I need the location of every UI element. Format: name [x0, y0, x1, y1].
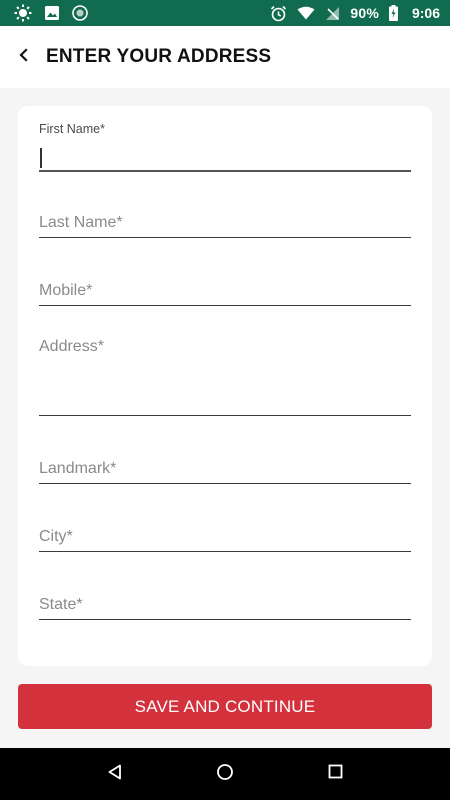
wifi-icon — [297, 6, 315, 20]
address-underline — [39, 415, 411, 416]
triangle-back-icon — [107, 764, 123, 785]
first-name-underline — [39, 170, 411, 172]
app-bar: ENTER YOUR ADDRESS — [0, 26, 450, 88]
brightness-icon — [14, 4, 32, 22]
last-name-field[interactable]: Last Name* — [39, 212, 411, 238]
landmark-underline — [39, 483, 411, 484]
nav-home-button[interactable] — [205, 754, 245, 794]
mobile-field[interactable]: Mobile* — [39, 280, 411, 306]
battery-percent: 90% — [350, 5, 379, 21]
square-recents-icon — [328, 764, 343, 784]
address-field[interactable]: Address* — [39, 336, 411, 416]
text-cursor — [40, 148, 42, 168]
landmark-field[interactable]: Landmark* — [39, 458, 411, 484]
clock: 9:06 — [411, 5, 440, 21]
city-underline — [39, 551, 411, 552]
sync-globe-icon — [72, 5, 88, 21]
chevron-left-icon — [17, 47, 31, 67]
page-title: ENTER YOUR ADDRESS — [46, 46, 272, 67]
state-underline — [39, 619, 411, 620]
first-name-field[interactable]: First Name* — [39, 122, 411, 172]
battery-charging-icon — [388, 5, 398, 21]
back-button[interactable] — [2, 35, 46, 79]
system-nav-bar — [0, 748, 450, 800]
address-placeholder: Address* — [39, 338, 104, 355]
no-signal-icon — [325, 6, 340, 21]
mobile-placeholder: Mobile* — [39, 282, 93, 299]
alarm-icon — [270, 5, 287, 22]
nav-back-button[interactable] — [95, 754, 135, 794]
first-name-label: First Name* — [39, 122, 105, 136]
save-and-continue-button[interactable]: SAVE AND CONTINUE — [18, 684, 432, 729]
circle-home-icon — [216, 763, 234, 786]
image-icon — [44, 5, 60, 21]
address-form-card: First Name* Last Name* Mobile* Address* … — [18, 106, 432, 666]
status-left — [14, 4, 100, 22]
state-field[interactable]: State* — [39, 594, 411, 620]
status-bar: 90% 9:06 — [0, 0, 450, 26]
landmark-placeholder: Landmark* — [39, 460, 117, 477]
city-field[interactable]: City* — [39, 526, 411, 552]
state-placeholder: State* — [39, 596, 83, 613]
last-name-underline — [39, 237, 411, 238]
status-right: 90% 9:06 — [260, 5, 440, 22]
last-name-placeholder: Last Name* — [39, 214, 123, 231]
city-placeholder: City* — [39, 528, 73, 545]
nav-recents-button[interactable] — [315, 754, 355, 794]
mobile-underline — [39, 305, 411, 306]
